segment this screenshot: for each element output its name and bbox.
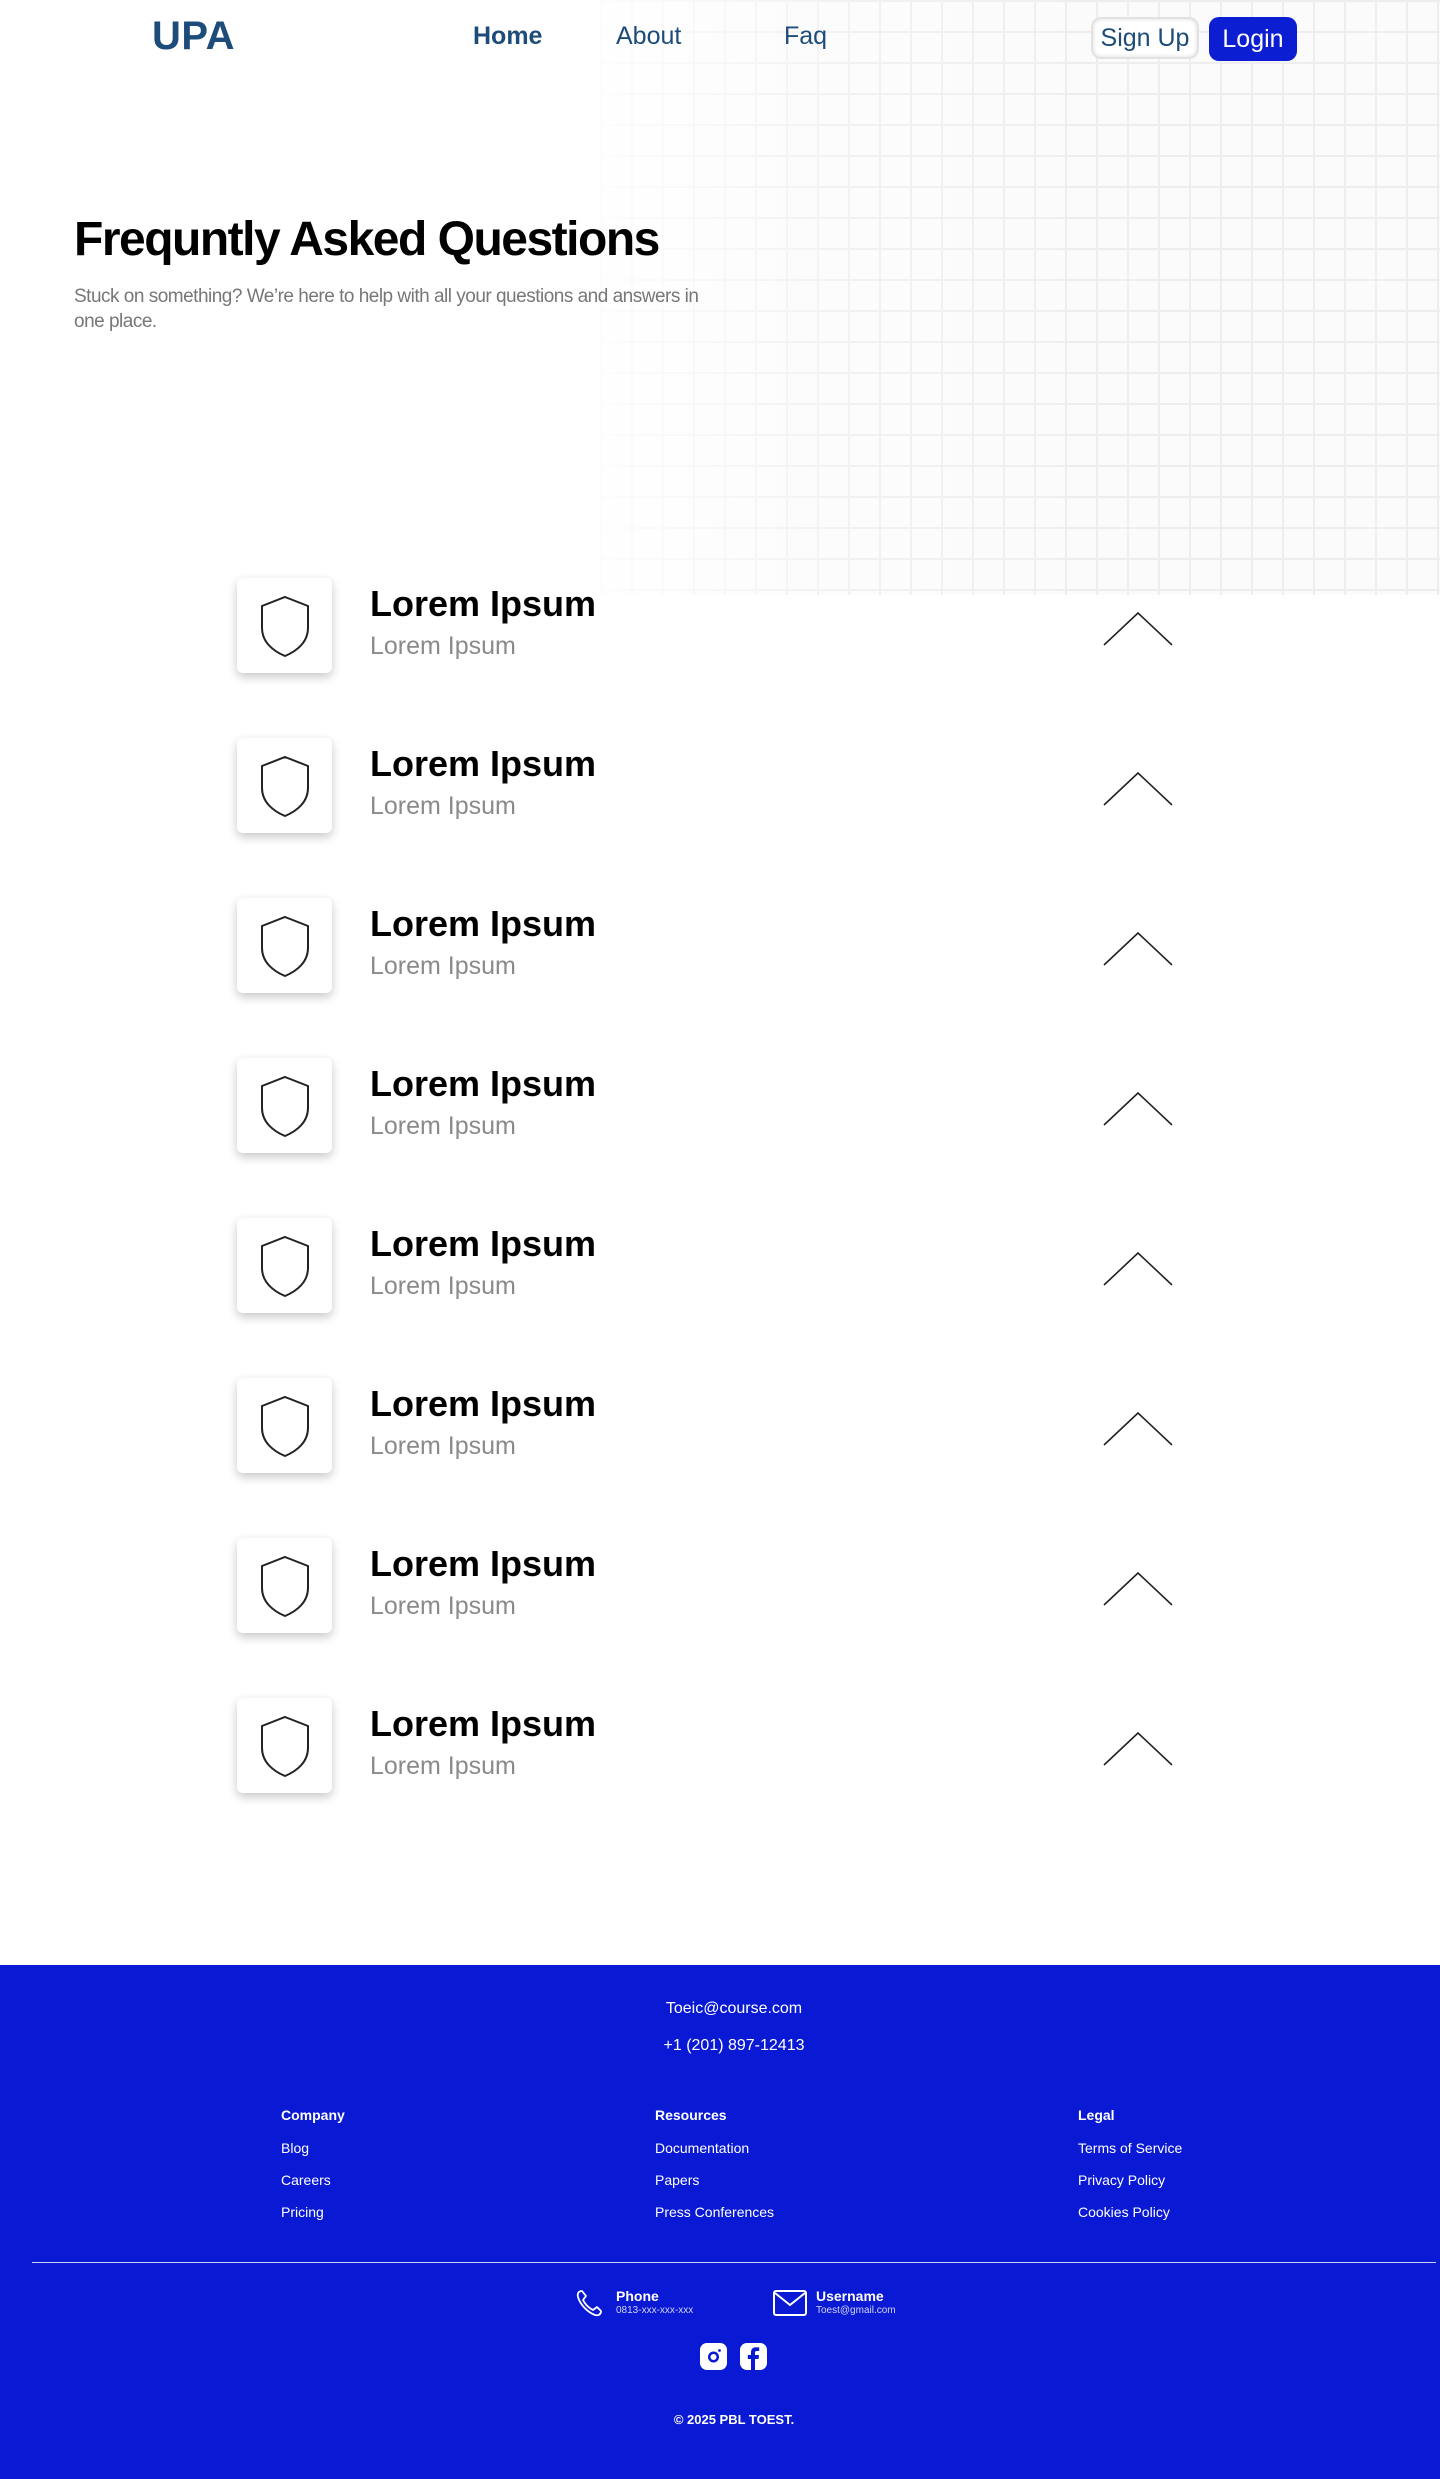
- contact-label: Phone: [616, 2288, 659, 2304]
- faq-list: Lorem Ipsum Lorem Ipsum Lorem Ipsum Lore…: [237, 578, 1177, 1858]
- footer-divider: [32, 2262, 1436, 2263]
- footer-link-careers[interactable]: Careers: [281, 2172, 345, 2188]
- contact-label: Username: [816, 2288, 884, 2304]
- footer-phone[interactable]: +1 (201) 897-12413: [0, 2037, 1440, 2055]
- footer-column-company: Company Blog Careers Pricing: [281, 2107, 345, 2236]
- chevron-up-icon[interactable]: [1102, 768, 1174, 808]
- contact-value: 0813-xxx-xxx-xxx: [616, 2305, 694, 2316]
- page-subtitle: Stuck on something? We’re here to help w…: [74, 286, 699, 332]
- faq-subtitle: Lorem Ipsum: [370, 1272, 516, 1300]
- phone-icon: [576, 2290, 602, 2317]
- footer-contact-phone[interactable]: Phone 0813-xxx-xxx-xxx: [572, 2288, 693, 2318]
- login-button[interactable]: Login: [1209, 17, 1297, 61]
- top-navbar: UPA Home About Faq Sign Up Login: [0, 0, 1440, 80]
- footer-link-papers[interactable]: Papers: [655, 2172, 774, 2188]
- footer-email[interactable]: Toeic@course.com: [0, 2000, 1440, 2018]
- footer-column-heading: Resources: [655, 2107, 727, 2123]
- shield-icon: [260, 595, 309, 657]
- footer-link-press-conferences[interactable]: Press Conferences: [655, 2204, 774, 2220]
- copyright: © 2025 PBL TOEST.: [673, 2412, 795, 2427]
- faq-title: Lorem Ipsum: [370, 1543, 597, 1584]
- faq-item[interactable]: Lorem Ipsum Lorem Ipsum: [237, 738, 1177, 898]
- nav-home[interactable]: Home: [473, 22, 542, 51]
- faq-item[interactable]: Lorem Ipsum Lorem Ipsum: [237, 1058, 1177, 1218]
- shield-icon: [260, 1715, 309, 1777]
- mail-icon: [773, 2290, 807, 2316]
- faq-icon-box: [237, 1538, 332, 1633]
- chevron-up-icon[interactable]: [1102, 1408, 1174, 1448]
- footer-contact-username[interactable]: Username Toest@gmail.com: [772, 2288, 896, 2318]
- chevron-up-icon[interactable]: [1102, 1088, 1174, 1128]
- footer-column-legal: Legal Terms of Service Privacy Policy Co…: [1078, 2107, 1182, 2236]
- faq-title: Lorem Ipsum: [370, 583, 597, 624]
- faq-title: Lorem Ipsum: [370, 1063, 597, 1104]
- faq-title: Lorem Ipsum: [370, 903, 597, 944]
- faq-subtitle: Lorem Ipsum: [370, 1112, 516, 1140]
- faq-item[interactable]: Lorem Ipsum Lorem Ipsum: [237, 1378, 1177, 1538]
- footer-link-pricing[interactable]: Pricing: [281, 2204, 345, 2220]
- faq-title: Lorem Ipsum: [370, 1223, 597, 1264]
- site-footer: Toeic@course.com +1 (201) 897-12413 Comp…: [0, 1965, 1440, 2479]
- chevron-up-icon[interactable]: [1102, 1568, 1174, 1608]
- footer-social: [700, 2343, 767, 2370]
- faq-item[interactable]: Lorem Ipsum Lorem Ipsum: [237, 578, 1177, 738]
- faq-item[interactable]: Lorem Ipsum Lorem Ipsum: [237, 898, 1177, 1058]
- faq-subtitle: Lorem Ipsum: [370, 1592, 516, 1620]
- faq-item[interactable]: Lorem Ipsum Lorem Ipsum: [237, 1218, 1177, 1378]
- faq-title: Lorem Ipsum: [370, 1383, 597, 1424]
- faq-subtitle: Lorem Ipsum: [370, 792, 516, 820]
- hero-grid-fade: [600, 0, 1440, 595]
- faq-icon-box: [237, 1378, 332, 1473]
- faq-item[interactable]: Lorem Ipsum Lorem Ipsum: [237, 1698, 1177, 1858]
- chevron-up-icon[interactable]: [1102, 1728, 1174, 1768]
- footer-link-cookies[interactable]: Cookies Policy: [1078, 2204, 1182, 2220]
- footer-link-terms[interactable]: Terms of Service: [1078, 2140, 1182, 2156]
- faq-icon-box: [237, 1058, 332, 1153]
- faq-item[interactable]: Lorem Ipsum Lorem Ipsum: [237, 1538, 1177, 1698]
- chevron-up-icon[interactable]: [1102, 1248, 1174, 1288]
- footer-link-blog[interactable]: Blog: [281, 2140, 345, 2156]
- facebook-icon[interactable]: [740, 2343, 767, 2370]
- faq-subtitle: Lorem Ipsum: [370, 952, 516, 980]
- footer-link-documentation[interactable]: Documentation: [655, 2140, 774, 2156]
- nav-faq[interactable]: Faq: [784, 22, 827, 51]
- faq-icon-box: [237, 738, 332, 833]
- faq-icon-box: [237, 898, 332, 993]
- faq-subtitle: Lorem Ipsum: [370, 632, 516, 660]
- contact-value: Toest@gmail.com: [816, 2305, 896, 2316]
- footer-column-heading: Company: [281, 2107, 345, 2123]
- shield-icon: [260, 915, 309, 977]
- chevron-up-icon[interactable]: [1102, 608, 1174, 648]
- shield-icon: [260, 1395, 309, 1457]
- chevron-up-icon[interactable]: [1102, 928, 1174, 968]
- shield-icon: [260, 1235, 309, 1297]
- shield-icon: [260, 1555, 309, 1617]
- shield-icon: [260, 1075, 309, 1137]
- footer-column-resources: Resources Documentation Papers Press Con…: [655, 2107, 774, 2236]
- logo[interactable]: UPA: [152, 14, 235, 59]
- faq-icon-box: [237, 1218, 332, 1313]
- footer-link-privacy[interactable]: Privacy Policy: [1078, 2172, 1182, 2188]
- nav-about[interactable]: About: [616, 22, 681, 51]
- faq-title: Lorem Ipsum: [370, 743, 597, 784]
- faq-subtitle: Lorem Ipsum: [370, 1752, 516, 1780]
- footer-column-heading: Legal: [1078, 2107, 1115, 2123]
- faq-icon-box: [237, 578, 332, 673]
- instagram-icon[interactable]: [700, 2343, 727, 2370]
- signup-button[interactable]: Sign Up: [1091, 17, 1199, 59]
- shield-icon: [260, 755, 309, 817]
- faq-icon-box: [237, 1698, 332, 1793]
- page-title: Frequntly Asked Questions: [74, 213, 660, 266]
- faq-title: Lorem Ipsum: [370, 1703, 597, 1744]
- faq-subtitle: Lorem Ipsum: [370, 1432, 516, 1460]
